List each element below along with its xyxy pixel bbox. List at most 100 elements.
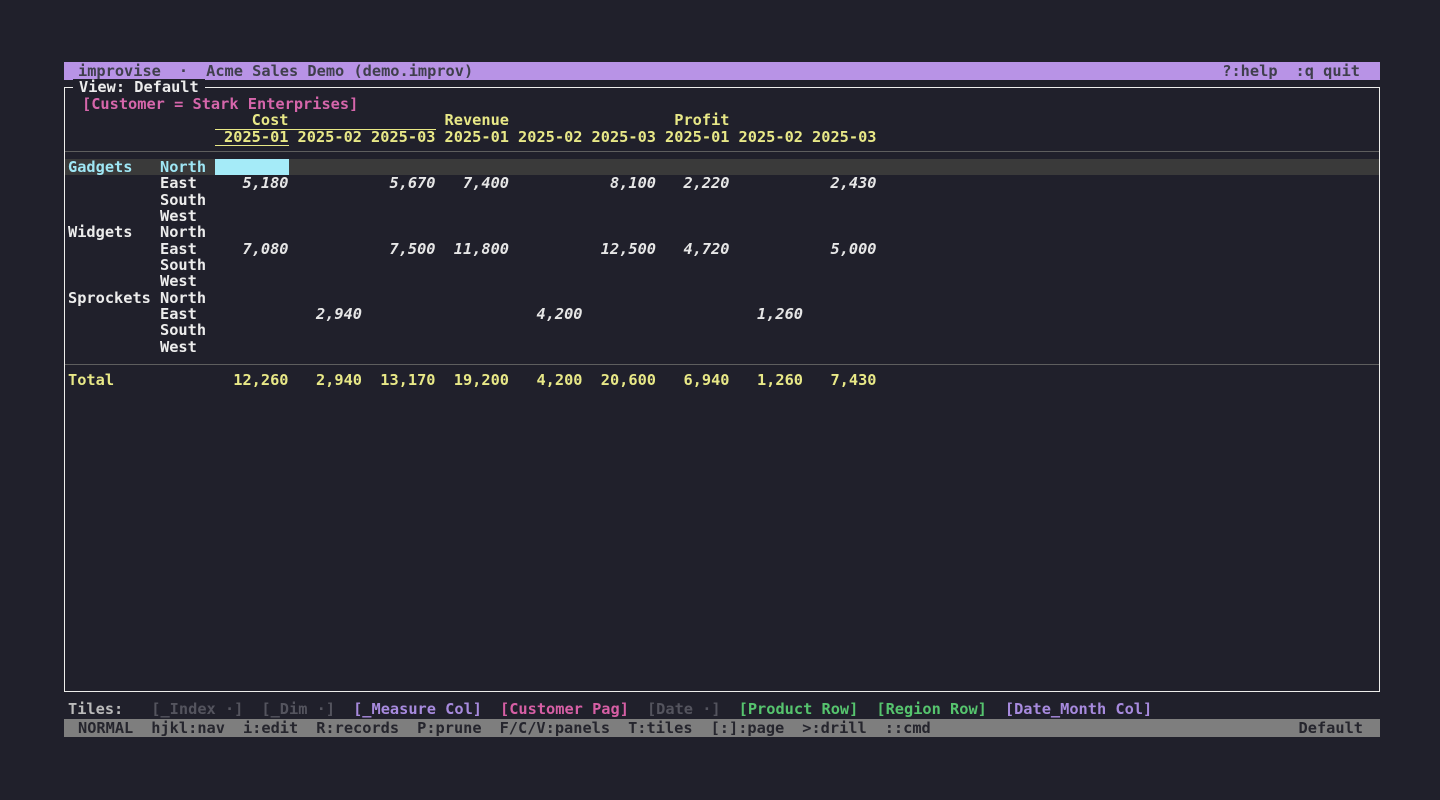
tile--dim[interactable]: [_Dim ·] (261, 701, 335, 718)
table-cell[interactable] (436, 159, 510, 175)
row-label-region[interactable]: North (160, 224, 215, 240)
table-cell[interactable] (656, 273, 730, 289)
month-header-cell[interactable]: 2025-01 (215, 129, 289, 146)
table-cell[interactable] (362, 208, 436, 224)
table-cell[interactable] (583, 273, 657, 289)
table-cell[interactable] (362, 339, 436, 355)
table-cell[interactable] (215, 339, 289, 355)
table-cell[interactable] (436, 290, 510, 306)
table-cell[interactable] (215, 290, 289, 306)
row-label-product[interactable] (68, 208, 160, 224)
table-cell[interactable] (436, 306, 510, 322)
tile-customer-pag[interactable]: [Customer Pag] (500, 701, 629, 718)
table-cell[interactable] (803, 290, 877, 306)
tile-date-month-col[interactable]: [Date_Month Col] (1005, 701, 1152, 718)
row-label-product[interactable]: Gadgets (68, 159, 160, 175)
table-cell[interactable] (509, 208, 583, 224)
table-cell[interactable] (362, 306, 436, 322)
table-cell[interactable] (803, 339, 877, 355)
table-cell[interactable] (583, 208, 657, 224)
table-cell[interactable] (509, 257, 583, 273)
tile-product-row[interactable]: [Product Row] (739, 701, 859, 718)
month-header-cell[interactable]: 2025-02 (730, 129, 804, 146)
table-cell[interactable] (289, 339, 363, 355)
table-cell[interactable]: 5,000 (803, 241, 877, 257)
table-cell[interactable] (656, 159, 730, 175)
row-label-region[interactable]: North (160, 290, 215, 306)
table-cell[interactable] (509, 241, 583, 257)
table-cell[interactable] (730, 339, 804, 355)
row-label-region[interactable]: East (160, 306, 215, 322)
table-cell[interactable]: 2,940 (289, 306, 363, 322)
row-label-region[interactable]: East (160, 241, 215, 257)
table-cell[interactable] (509, 159, 583, 175)
table-cell[interactable] (583, 306, 657, 322)
table-cell[interactable] (362, 224, 436, 240)
month-header-cell[interactable]: 2025-02 (289, 129, 363, 146)
table-cell[interactable] (215, 192, 289, 208)
table-cell[interactable] (362, 192, 436, 208)
table-cell[interactable] (656, 322, 730, 338)
table-cell[interactable] (436, 192, 510, 208)
table-cell[interactable]: 5,180 (215, 175, 289, 191)
table-cell[interactable] (803, 306, 877, 322)
table-cell[interactable]: 8,100 (583, 175, 657, 191)
table-cell[interactable] (583, 224, 657, 240)
table-cell[interactable] (509, 192, 583, 208)
table-cell[interactable] (730, 208, 804, 224)
row-label-product[interactable] (68, 257, 160, 273)
table-cell[interactable]: 7,080 (215, 241, 289, 257)
table-cell[interactable] (436, 224, 510, 240)
table-cell[interactable]: 11,800 (436, 241, 510, 257)
table-cell[interactable] (583, 192, 657, 208)
table-cell[interactable] (509, 290, 583, 306)
month-header-cell[interactable]: 2025-02 (509, 129, 583, 146)
month-header-cell[interactable]: 2025-03 (803, 129, 877, 146)
table-cell[interactable] (803, 159, 877, 175)
table-cell[interactable] (289, 273, 363, 289)
table-cell[interactable]: 4,200 (509, 306, 583, 322)
table-cell[interactable] (362, 159, 436, 175)
row-label-region[interactable]: North (160, 159, 215, 175)
table-cell[interactable] (730, 273, 804, 289)
table-cell[interactable] (656, 339, 730, 355)
table-cell[interactable]: 2,430 (803, 175, 877, 191)
table-cell[interactable]: 1,260 (730, 306, 804, 322)
table-cell[interactable] (656, 290, 730, 306)
table-cell[interactable]: 12,500 (583, 241, 657, 257)
row-label-product[interactable] (68, 175, 160, 191)
table-cell[interactable] (803, 192, 877, 208)
table-cell[interactable] (656, 208, 730, 224)
table-cell[interactable] (730, 290, 804, 306)
table-cell[interactable]: 7,500 (362, 241, 436, 257)
row-label-product[interactable]: Sprockets (68, 290, 160, 306)
table-cell[interactable] (215, 224, 289, 240)
table-cell[interactable] (509, 273, 583, 289)
tile--index[interactable]: [_Index ·] (151, 701, 243, 718)
table-cell[interactable] (289, 175, 363, 191)
month-header-cell[interactable]: 2025-01 (436, 129, 510, 146)
table-cell[interactable] (803, 257, 877, 273)
table-cell[interactable] (730, 224, 804, 240)
tile--measure-col[interactable]: [_Measure Col] (353, 701, 482, 718)
row-label-product[interactable] (68, 192, 160, 208)
table-cell[interactable] (583, 339, 657, 355)
row-label-product[interactable] (68, 339, 160, 355)
tile-date[interactable]: [Date ·] (647, 701, 721, 718)
table-cell[interactable] (436, 257, 510, 273)
table-cell[interactable] (803, 224, 877, 240)
row-label-product[interactable]: Widgets (68, 224, 160, 240)
table-cell[interactable] (509, 339, 583, 355)
table-cell[interactable] (289, 290, 363, 306)
table-cell[interactable] (583, 159, 657, 175)
table-cell[interactable] (362, 290, 436, 306)
row-label-region[interactable]: West (160, 273, 215, 289)
table-cell[interactable]: 7,400 (436, 175, 510, 191)
table-cell[interactable] (730, 192, 804, 208)
table-cell[interactable] (215, 208, 289, 224)
row-label-region[interactable]: West (160, 208, 215, 224)
table-cell[interactable] (730, 241, 804, 257)
table-cell[interactable] (215, 257, 289, 273)
table-cell[interactable] (215, 322, 289, 338)
table-cell[interactable] (362, 273, 436, 289)
